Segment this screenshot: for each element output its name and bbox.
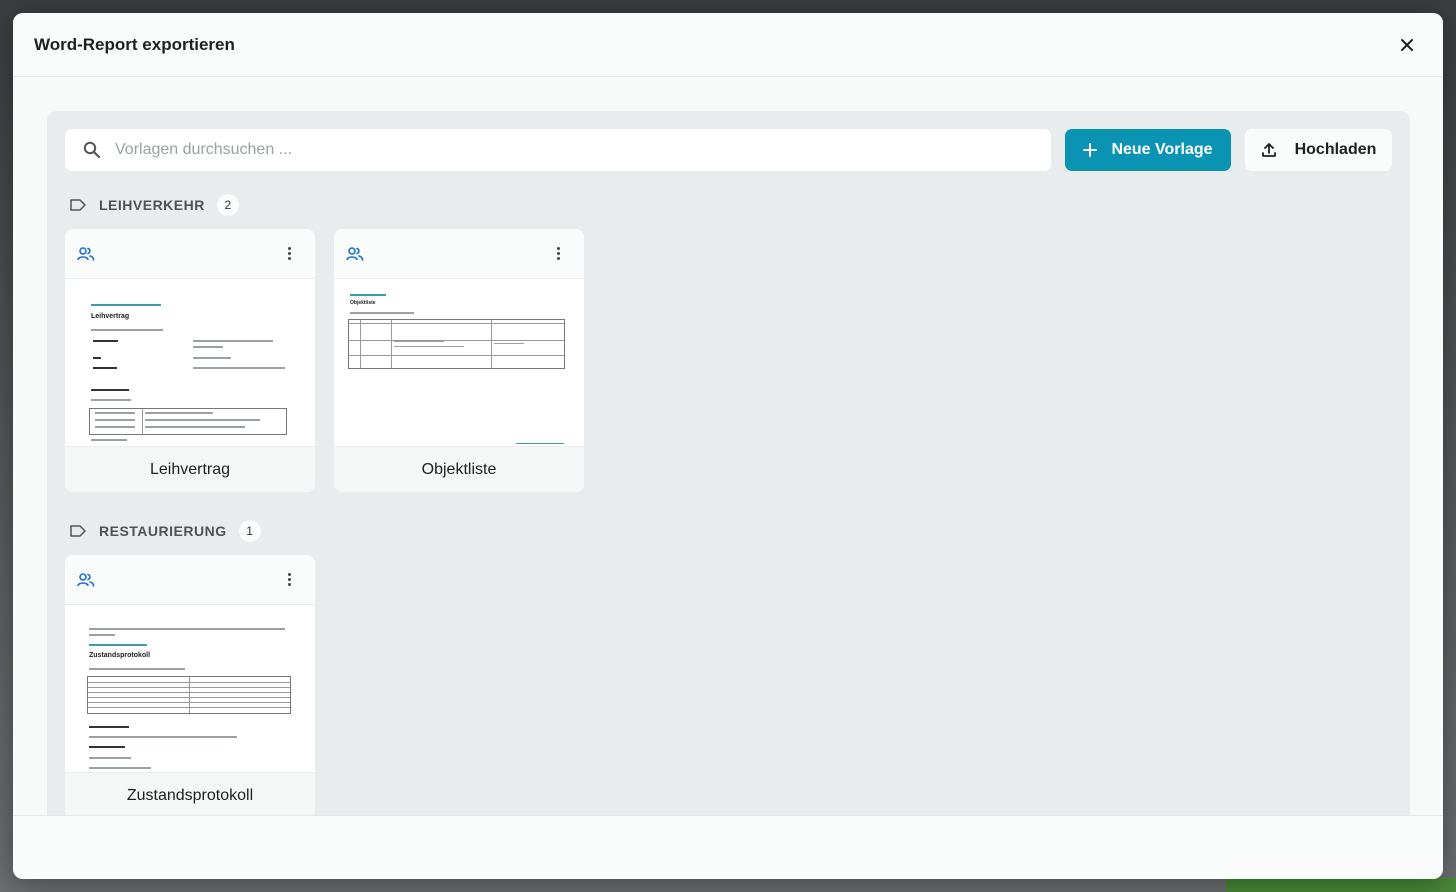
template-preview: Objektliste [334,279,584,447]
dialog-body[interactable]: Neue Vorlage Hochladen LEIHVERKEHR 2 [13,78,1443,815]
users-icon [77,246,95,261]
search-box[interactable] [65,129,1051,171]
search-input[interactable] [115,129,1051,171]
group-label: RESTAURIERUNG [99,523,227,539]
dialog-header: Word-Report exportieren [13,13,1443,77]
tag-icon [70,525,86,537]
more-vertical-icon[interactable] [282,569,297,590]
template-panel: Neue Vorlage Hochladen LEIHVERKEHR 2 [47,111,1410,815]
preview-title: Leihvertrag [91,313,130,320]
close-button[interactable] [1393,31,1421,59]
users-icon [346,246,364,261]
card-toolbar [65,229,315,279]
preview-title: Objektliste [350,300,376,306]
new-template-label: Neue Vorlage [1111,141,1213,158]
upload-label: Hochladen [1294,141,1377,158]
dialog-footer [13,815,1443,879]
toolbar: Neue Vorlage Hochladen [65,129,1392,171]
more-vertical-icon[interactable] [282,243,297,264]
tag-icon [70,199,86,211]
new-template-button[interactable]: Neue Vorlage [1065,129,1231,171]
template-card-zustandsprotokoll[interactable]: Zustandsprotokoll Zustandsprotokoll [65,555,315,815]
group-header-leihverkehr: LEIHVERKEHR 2 [69,193,239,217]
group-header-restaurierung: RESTAURIERUNG 1 [69,519,261,543]
template-preview: Zustandsprotokoll [65,605,315,773]
plus-icon [1083,143,1098,157]
upload-button[interactable]: Hochladen [1245,129,1392,171]
card-toolbar [65,555,315,605]
users-icon [77,572,95,587]
card-toolbar [334,229,584,279]
group-count-badge: 2 [216,194,239,216]
template-name: Objektliste [334,447,584,492]
template-preview: Leihvertrag [65,279,315,447]
search-icon [83,141,101,159]
template-name: Leihvertrag [65,447,315,492]
more-vertical-icon[interactable] [551,243,566,264]
upload-icon [1261,143,1276,157]
group-count-badge: 1 [238,520,261,542]
template-card-objektliste[interactable]: Objektliste Objektliste [334,229,584,492]
template-name: Zustandsprotokoll [65,773,315,815]
close-icon [1401,38,1413,51]
export-dialog: Word-Report exportieren Vorlagen durchsu… [13,13,1443,879]
backdrop-accent [1226,878,1456,892]
dialog-title: Word-Report exportieren [34,34,235,54]
group-label: LEIHVERKEHR [99,197,205,213]
template-card-leihvertrag[interactable]: Leihvertrag Leihvertrag [65,229,315,492]
preview-title: Zustandsprotokoll [89,652,151,659]
